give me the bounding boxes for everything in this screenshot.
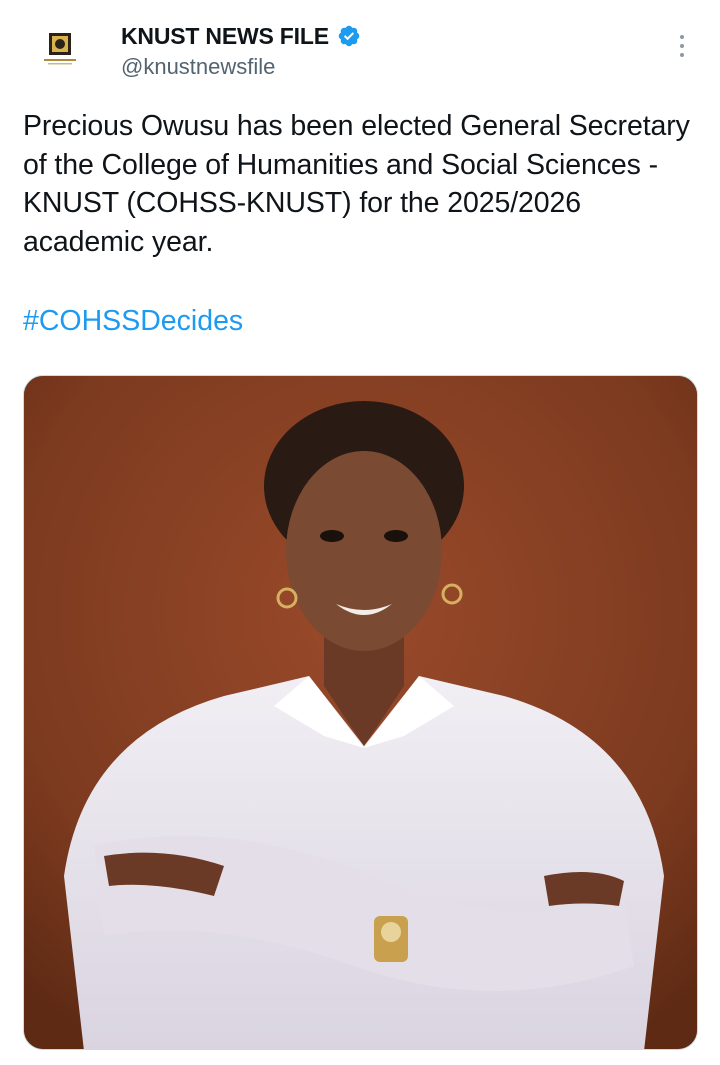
author-handle[interactable]: @knustnewsfile <box>121 54 361 80</box>
author-block: KNUST NEWS FILE @knustnewsfile <box>121 22 361 80</box>
tweet-card: KNUST NEWS FILE @knustnewsfile Precious … <box>0 0 720 1065</box>
hashtag-link[interactable]: #COHSSDecides <box>23 302 243 340</box>
tweet-media-image[interactable] <box>23 375 698 1050</box>
tweet-text: Precious Owusu has been elected General … <box>23 110 690 258</box>
verified-badge-icon <box>338 25 360 47</box>
portrait-photo <box>24 376 697 1049</box>
knust-news-logo-icon <box>44 33 76 65</box>
more-options-icon <box>680 35 684 39</box>
more-options-button[interactable] <box>668 28 696 64</box>
avatar[interactable] <box>26 20 96 80</box>
author-name-row: KNUST NEWS FILE <box>121 22 361 50</box>
author-display-name[interactable]: KNUST NEWS FILE <box>121 23 329 50</box>
